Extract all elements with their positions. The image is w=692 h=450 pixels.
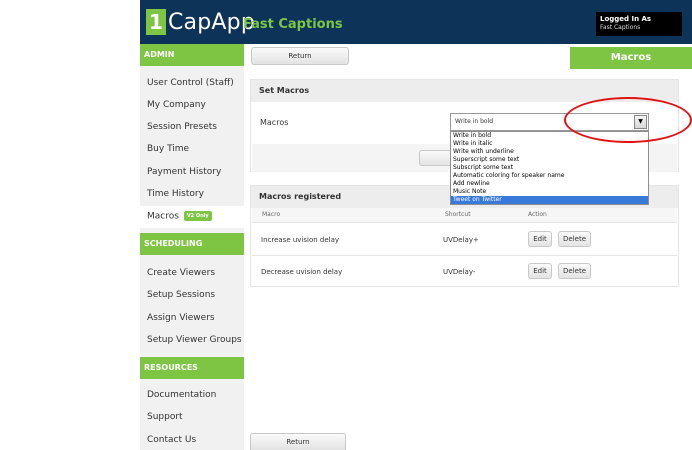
login-user-name: Fast Captions [600,24,641,31]
sidebar-item-documentation[interactable]: Documentation [147,390,216,400]
sidebar-item-macros-label: Macros [147,211,179,222]
login-status-box: Logged In As Fast Captions [596,12,682,36]
sidebar-item-create-viewers[interactable]: Create Viewers [147,268,215,278]
macros-dropdown-list: Write in bold Write in italic Write with… [450,131,649,205]
top-header: 1 CapApp Fast Captions Logged In As Fast… [140,0,692,44]
sidebar-item-assign-viewers[interactable]: Assign Viewers [147,313,215,323]
logo-number: 1 [146,9,166,35]
column-macro: Macro [262,211,281,218]
sidebar-item-macros[interactable]: Macros V2 Only [147,211,212,222]
dropdown-option[interactable]: Write in bold [451,132,648,140]
sidebar-item-support[interactable]: Support [147,412,183,422]
dropdown-option[interactable]: Automatic coloring for speaker name [451,172,648,180]
chevron-down-icon[interactable]: ▼ [634,115,647,129]
row-divider [252,222,677,223]
edit-button[interactable]: Edit [528,231,552,247]
app-window: 1 CapApp Fast Captions Logged In As Fast… [140,0,692,450]
return-button-bottom[interactable]: Return [250,433,346,450]
logo-text: CapApp [168,9,255,35]
row-macro-name: Increase uvision delay [261,236,340,244]
sidebar-item-setup-viewer-groups[interactable]: Setup Viewer Groups [147,335,242,345]
dropdown-option[interactable]: Subscript some text [451,164,648,172]
sidebar-item-session-presets[interactable]: Session Presets [147,122,217,132]
capapp-logo[interactable]: 1 CapApp [146,8,255,36]
sidebar-item-buy-time[interactable]: Buy Time [147,144,189,154]
sidebar-section-resources: RESOURCES [140,357,244,379]
app-name: Fast Captions [243,17,343,32]
delete-button[interactable]: Delete [558,263,591,279]
delete-button[interactable]: Delete [558,231,591,247]
dropdown-option[interactable]: Music Note [451,188,648,196]
row-divider [252,255,677,256]
set-macros-title: Set Macros [251,80,678,102]
dropdown-option[interactable]: Write with underline [451,148,648,156]
macros-select-value: Write in bold [455,118,494,125]
sidebar-section-admin: ADMIN [140,44,244,66]
macros-select[interactable]: Write in bold ▼ [450,113,649,131]
dropdown-option[interactable]: Write in italic [451,140,648,148]
row-macro-name: Decrease uvision delay [261,268,343,276]
table-header: Macro Shortcut Action [252,208,677,222]
sidebar-section-scheduling: SCHEDULING [140,233,244,255]
edit-button[interactable]: Edit [528,263,552,279]
sidebar-item-setup-sessions[interactable]: Setup Sessions [147,290,215,300]
column-shortcut: Shortcut [445,211,471,218]
row-shortcut: UVDelay- [443,268,476,276]
sidebar: ADMIN User Control (Staff) My Company Se… [140,44,244,450]
login-title: Logged In As [600,15,652,23]
v2-only-badge: V2 Only [183,211,212,221]
macros-field-label: Macros [260,118,289,127]
column-action: Action [528,211,547,218]
dropdown-option[interactable]: Superscript some text [451,156,648,164]
return-button-top[interactable]: Return [251,47,349,65]
dropdown-option-highlighted[interactable]: Tweet on Twitter [451,196,648,204]
sidebar-item-contact-us[interactable]: Contact Us [147,435,196,445]
tab-macros[interactable]: Macros [570,47,692,69]
sidebar-item-my-company[interactable]: My Company [147,100,206,110]
sidebar-item-time-history[interactable]: Time History [147,189,204,199]
sidebar-item-payment-history[interactable]: Payment History [147,167,221,177]
dropdown-option[interactable]: Add newline [451,180,648,188]
row-shortcut: UVDelay+ [443,236,479,244]
sidebar-item-user-control[interactable]: User Control (Staff) [147,78,234,88]
